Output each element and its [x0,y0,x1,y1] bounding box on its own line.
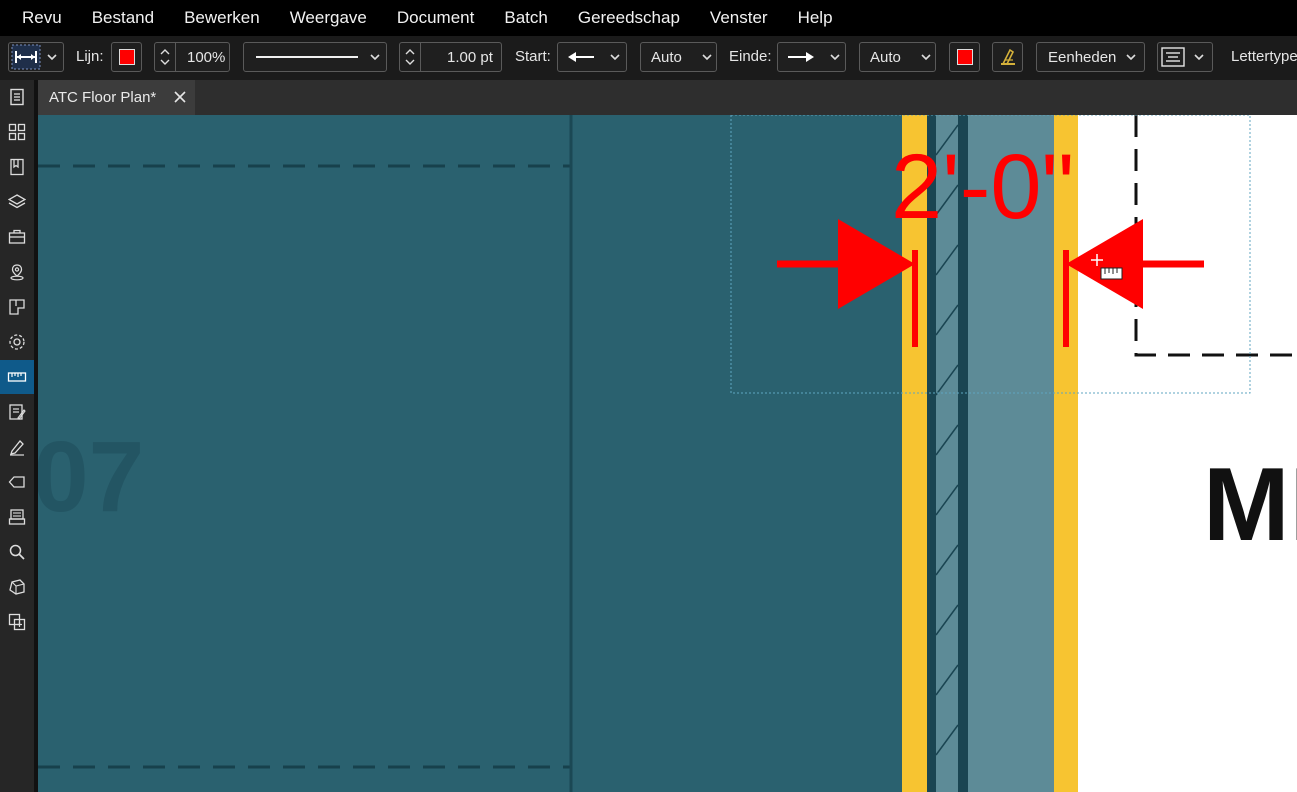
end-label: Einde: [729,48,772,65]
toolchest-button[interactable] [0,220,34,254]
stamps-button[interactable] [0,500,34,534]
compare-icon [8,613,26,631]
room-number: 07 [38,421,144,533]
line-width-spinner[interactable]: 1.00 pt [399,42,502,72]
menu-venster[interactable]: Venster [695,0,783,36]
fill-color-button[interactable] [949,42,980,72]
dimension-text: 2'-0" [891,136,1074,238]
bookmarks-button[interactable] [0,150,34,184]
end-arrow-dropdown[interactable] [777,42,846,72]
menu-bar: Revu Bestand Bewerken Weergave Document … [0,0,1297,36]
floor-plan-drawing: 07 MI [38,115,1297,792]
layers-button[interactable] [0,185,34,219]
chevron-up-icon [405,49,415,55]
menu-batch[interactable]: Batch [489,0,562,36]
end-size-value: Auto [870,48,901,66]
menu-revu[interactable]: Revu [0,0,77,36]
compare-button[interactable] [0,605,34,639]
chevron-down-icon [702,54,712,61]
places-button[interactable] [0,255,34,289]
properties-button[interactable] [0,80,34,114]
start-arrow-dropdown[interactable] [557,42,627,72]
signatures-button[interactable] [0,430,34,464]
places-icon [10,264,24,281]
stamps-icon [8,509,26,525]
fill-color-swatch [956,49,973,65]
arrow-right-icon [788,52,814,62]
layers-icon [8,194,26,209]
line-color-swatch [118,49,135,65]
menu-bestand[interactable]: Bestand [77,0,169,36]
toolchest-icon [8,229,26,244]
markups-list-icon [9,404,26,420]
tags-icon [8,476,25,488]
spaces-button[interactable] [0,290,34,324]
end-size-dropdown[interactable]: Auto [859,42,936,72]
opacity-spinner[interactable]: 100% [154,42,230,72]
menu-weergave[interactable]: Weergave [275,0,382,36]
chevron-down-icon [405,59,415,65]
opacity-value: 100% [187,48,226,66]
properties-icon [10,88,24,106]
chevron-down-icon [610,54,620,61]
chevron-down-icon [921,54,931,61]
arrow-left-icon [568,52,594,62]
menu-help[interactable]: Help [783,0,848,36]
chevron-down-icon [1126,54,1136,61]
settings-button[interactable] [0,325,34,359]
chevron-down-icon [1194,54,1204,61]
line-style-dropdown[interactable] [243,42,387,72]
start-label: Start: [515,48,551,65]
spaces-icon [9,299,25,315]
3d-icon [9,579,25,595]
chevron-up-icon [160,49,170,55]
tab-atc-floor-plan[interactable]: ATC Floor Plan* [38,80,195,115]
3d-button[interactable] [0,570,34,604]
measurements-button[interactable] [0,360,34,394]
side-rail [0,80,38,792]
thumbnails-button[interactable] [0,115,34,149]
text-box-icon [1161,47,1185,67]
start-size-dropdown[interactable]: Auto [640,42,717,72]
document-tab-bar: ATC Floor Plan* [38,80,1297,115]
bookmarks-icon [10,158,24,176]
settings-icon [9,334,25,350]
chevron-down-icon [160,59,170,65]
chevron-down-icon [830,54,840,61]
drawing-canvas[interactable]: 07 MI [38,115,1297,792]
line-label: Lijn: [76,48,104,65]
thumbnails-icon [8,123,26,141]
search-icon [9,544,25,560]
chevron-down-icon [47,54,57,61]
dimension-tool-icon [11,44,41,70]
room-label: MI [1203,447,1297,563]
line-width-value: 1.00 pt [447,48,493,66]
measurements-icon [7,372,27,382]
caliper-icon [1000,48,1015,65]
signatures-icon [10,440,24,456]
line-color-button[interactable] [111,42,142,72]
units-label: Eenheden [1048,48,1117,66]
opacity-stepper[interactable] [155,43,176,71]
font-label[interactable]: Lettertype [1231,42,1297,72]
units-dropdown[interactable]: Eenheden [1036,42,1145,72]
menu-document[interactable]: Document [382,0,489,36]
close-icon[interactable] [173,90,187,104]
line-width-stepper[interactable] [400,43,421,71]
menu-bewerken[interactable]: Bewerken [169,0,275,36]
search-button[interactable] [0,535,34,569]
markups-list-button[interactable] [0,395,34,429]
text-align-dropdown[interactable] [1157,42,1213,72]
start-size-value: Auto [651,48,682,66]
menu-gereedschap[interactable]: Gereedschap [563,0,695,36]
calibrate-button[interactable] [992,42,1023,72]
properties-toolbar: Lijn: 100% 1.00 pt Start: Auto Einde: Au… [0,36,1297,80]
tags-button[interactable] [0,465,34,499]
tab-title: ATC Floor Plan* [49,89,157,106]
chevron-down-icon [370,54,380,61]
line-style-preview [256,56,358,58]
tool-type-dropdown[interactable] [8,42,64,72]
